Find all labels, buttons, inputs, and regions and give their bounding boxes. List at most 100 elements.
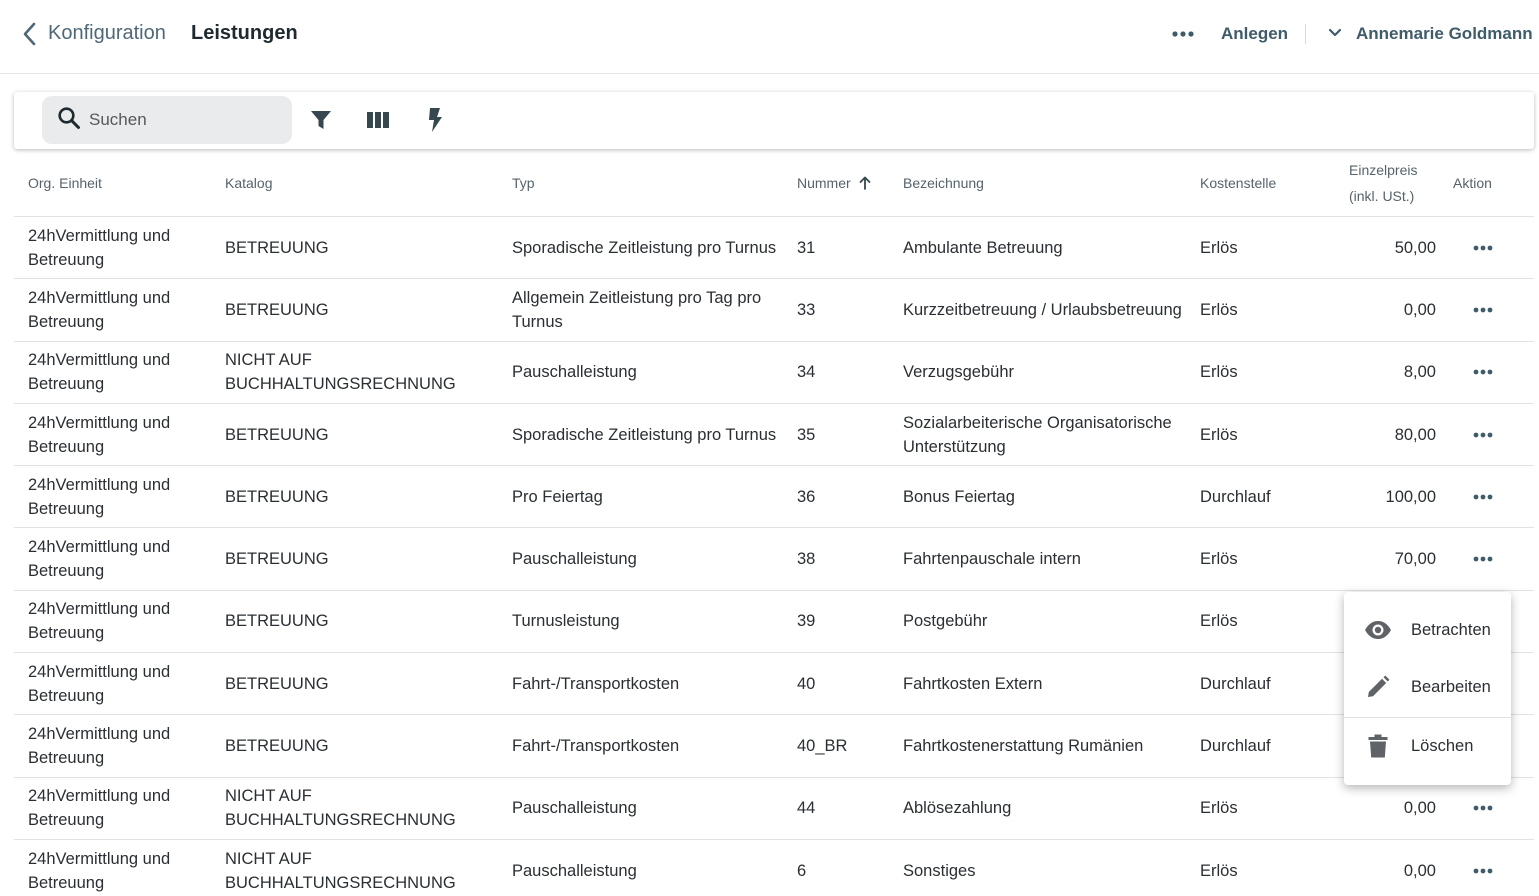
search-input[interactable] xyxy=(89,110,279,130)
menu-item-edit[interactable]: Bearbeiten xyxy=(1344,662,1511,712)
cell-nummer: 40 xyxy=(797,674,816,693)
filter-icon[interactable] xyxy=(307,106,335,134)
create-button[interactable]: Anlegen xyxy=(1221,24,1288,44)
cell-typ: Sporadische Zeitleistung pro Turnus xyxy=(512,425,777,444)
cell-org: 24hVermittlung und Betreuung xyxy=(28,351,171,394)
column-header-kostenstelle[interactable]: Kostenstelle xyxy=(1200,150,1276,216)
table-row[interactable]: 24hVermittlung und Betreuung BETREUUNG Fah… xyxy=(14,653,1534,716)
column-header-einzelpreis-line1: Einzelpreis xyxy=(1349,162,1418,178)
table-row[interactable]: 24hVermittlung und Betreuung NICHT AUF BU… xyxy=(14,778,1534,840)
cell-bezeichnung: Ambulante Betreuung xyxy=(903,238,1063,257)
table-row[interactable]: 24hVermittlung und Betreuung BETREUUNG Spo… xyxy=(14,217,1534,280)
cell-org: 24hVermittlung und Betreuung xyxy=(28,725,171,768)
table-row[interactable]: 24hVermittlung und Betreuung NICHT AUF BU… xyxy=(14,342,1534,404)
cell-org: 24hVermittlung und Betreuung xyxy=(28,475,171,518)
search-box[interactable] xyxy=(42,96,292,144)
cell-nummer: 36 xyxy=(797,487,816,506)
cell-katalog: BETREUUNG xyxy=(225,425,329,444)
cell-typ: Pauschalleistung xyxy=(512,861,637,880)
cell-katalog: BETREUUNG xyxy=(225,300,329,319)
row-actions-icon[interactable] xyxy=(1468,279,1498,340)
cell-einzelpreis: 100,00 xyxy=(1385,487,1436,506)
columns-icon[interactable] xyxy=(364,106,392,134)
cell-typ: Allgemein Zeitleistung pro Tag pro Turnu… xyxy=(512,288,762,331)
column-header-org[interactable]: Org. Einheit xyxy=(28,150,102,216)
row-context-menu: Betrachten Bearbeiten Löschen xyxy=(1344,592,1511,785)
cell-bezeichnung: Verzugsgebühr xyxy=(903,363,1014,382)
cell-katalog: NICHT AUF BUCHHALTUNGSRECHNUNG xyxy=(225,787,456,830)
cell-einzelpreis: 0,00 xyxy=(1403,300,1436,319)
user-menu-button[interactable]: Annemarie Goldmann xyxy=(1328,22,1533,46)
cell-einzelpreis: 8,00 xyxy=(1403,363,1436,382)
cell-typ: Pauschalleistung xyxy=(512,363,637,382)
row-actions-icon[interactable] xyxy=(1468,528,1498,589)
menu-item-view[interactable]: Betrachten xyxy=(1344,605,1511,655)
column-header-katalog[interactable]: Katalog xyxy=(225,150,272,216)
cell-kostenstelle: Durchlauf xyxy=(1200,674,1271,693)
cell-typ: Fahrt-/Transportkosten xyxy=(512,674,680,693)
cell-nummer: 31 xyxy=(797,238,816,257)
cell-nummer: 33 xyxy=(797,300,816,319)
cell-kostenstelle: Erlös xyxy=(1200,612,1238,631)
column-header-aktion: Aktion xyxy=(1453,175,1492,191)
cell-bezeichnung: Sozialarbeiterische Organisatorische Unt… xyxy=(903,413,1172,456)
cell-bezeichnung: Fahrtkosten Extern xyxy=(903,674,1043,693)
cell-org: 24hVermittlung und Betreuung xyxy=(28,600,171,643)
table-body: 24hVermittlung und Betreuung BETREUUNG Spo… xyxy=(14,217,1534,896)
column-header-einzelpreis[interactable]: Einzelpreis (inkl. USt.) xyxy=(1349,150,1417,216)
trash-icon xyxy=(1364,732,1392,760)
cell-nummer: 6 xyxy=(797,861,807,880)
cell-einzelpreis: 70,00 xyxy=(1394,550,1436,569)
row-actions-icon[interactable] xyxy=(1468,466,1498,527)
page-title: Leistungen xyxy=(191,22,298,44)
cell-org: 24hVermittlung und Betreuung xyxy=(28,662,171,705)
cell-org: 24hVermittlung und Betreuung xyxy=(28,226,171,269)
back-arrow-icon[interactable] xyxy=(16,20,42,48)
more-options-icon[interactable] xyxy=(1168,22,1198,46)
cell-einzelpreis: 0,00 xyxy=(1403,799,1436,818)
table-row[interactable]: 24hVermittlung und Betreuung BETREUUNG Pro… xyxy=(14,466,1534,529)
cell-nummer: 39 xyxy=(797,612,816,631)
chevron-down-icon xyxy=(1328,25,1342,43)
row-actions-icon[interactable] xyxy=(1468,778,1498,839)
cell-bezeichnung: Fahrtenpauschale intern xyxy=(903,550,1081,569)
column-header-nummer[interactable]: Nummer xyxy=(797,150,871,216)
cell-org: 24hVermittlung und Betreuung xyxy=(28,288,171,331)
row-actions-icon[interactable] xyxy=(1468,840,1498,896)
cell-bezeichnung: Sonstiges xyxy=(903,861,976,880)
table-row[interactable]: 24hVermittlung und Betreuung BETREUUNG Pau… xyxy=(14,528,1534,591)
breadcrumb-konfiguration[interactable]: Konfiguration xyxy=(48,22,166,45)
cell-bezeichnung: Postgebühr xyxy=(903,612,988,631)
menu-divider xyxy=(1344,717,1511,718)
row-actions-icon[interactable] xyxy=(1468,217,1498,278)
cell-katalog: NICHT AUF BUCHHALTUNGSRECHNUNG xyxy=(225,849,456,892)
cell-typ: Fahrt-/Transportkosten xyxy=(512,737,680,756)
cell-bezeichnung: Fahrtkostenerstattung Rumänien xyxy=(903,737,1144,756)
cell-org: 24hVermittlung und Betreuung xyxy=(28,787,171,830)
table-row[interactable]: 24hVermittlung und Betreuung BETREUUNG Fah… xyxy=(14,715,1534,778)
cell-nummer: 34 xyxy=(797,363,816,382)
cell-nummer: 44 xyxy=(797,799,816,818)
cell-katalog: BETREUUNG xyxy=(225,612,329,631)
table-toolbar xyxy=(14,92,1534,149)
menu-item-delete-label: Löschen xyxy=(1411,736,1474,755)
table-row[interactable]: 24hVermittlung und Betreuung NICHT AUF BU… xyxy=(14,840,1534,896)
column-header-typ[interactable]: Typ xyxy=(512,150,535,216)
table-row[interactable]: 24hVermittlung und Betreuung BETREUUNG All… xyxy=(14,279,1534,342)
cell-bezeichnung: Kurzzeitbetreuung / Urlaubsbetreuung xyxy=(903,300,1182,319)
row-actions-icon[interactable] xyxy=(1468,342,1498,403)
lightning-icon[interactable] xyxy=(421,106,449,134)
cell-kostenstelle: Durchlauf xyxy=(1200,487,1271,506)
cell-typ: Sporadische Zeitleistung pro Turnus xyxy=(512,238,777,257)
row-actions-icon[interactable] xyxy=(1468,404,1498,465)
app-header: Konfiguration Leistungen Anlegen Annemar… xyxy=(0,0,1539,74)
cell-typ: Turnusleistung xyxy=(512,612,620,631)
menu-item-delete[interactable]: Löschen xyxy=(1344,721,1511,771)
column-header-bezeichnung[interactable]: Bezeichnung xyxy=(903,150,984,216)
table-row[interactable]: 24hVermittlung und Betreuung BETREUUNG Spo… xyxy=(14,404,1534,467)
menu-item-edit-label: Bearbeiten xyxy=(1411,677,1491,696)
cell-katalog: BETREUUNG xyxy=(225,737,329,756)
table-row[interactable]: 24hVermittlung und Betreuung BETREUUNG Tur… xyxy=(14,591,1534,654)
cell-katalog: BETREUUNG xyxy=(225,674,329,693)
cell-kostenstelle: Erlös xyxy=(1200,363,1238,382)
